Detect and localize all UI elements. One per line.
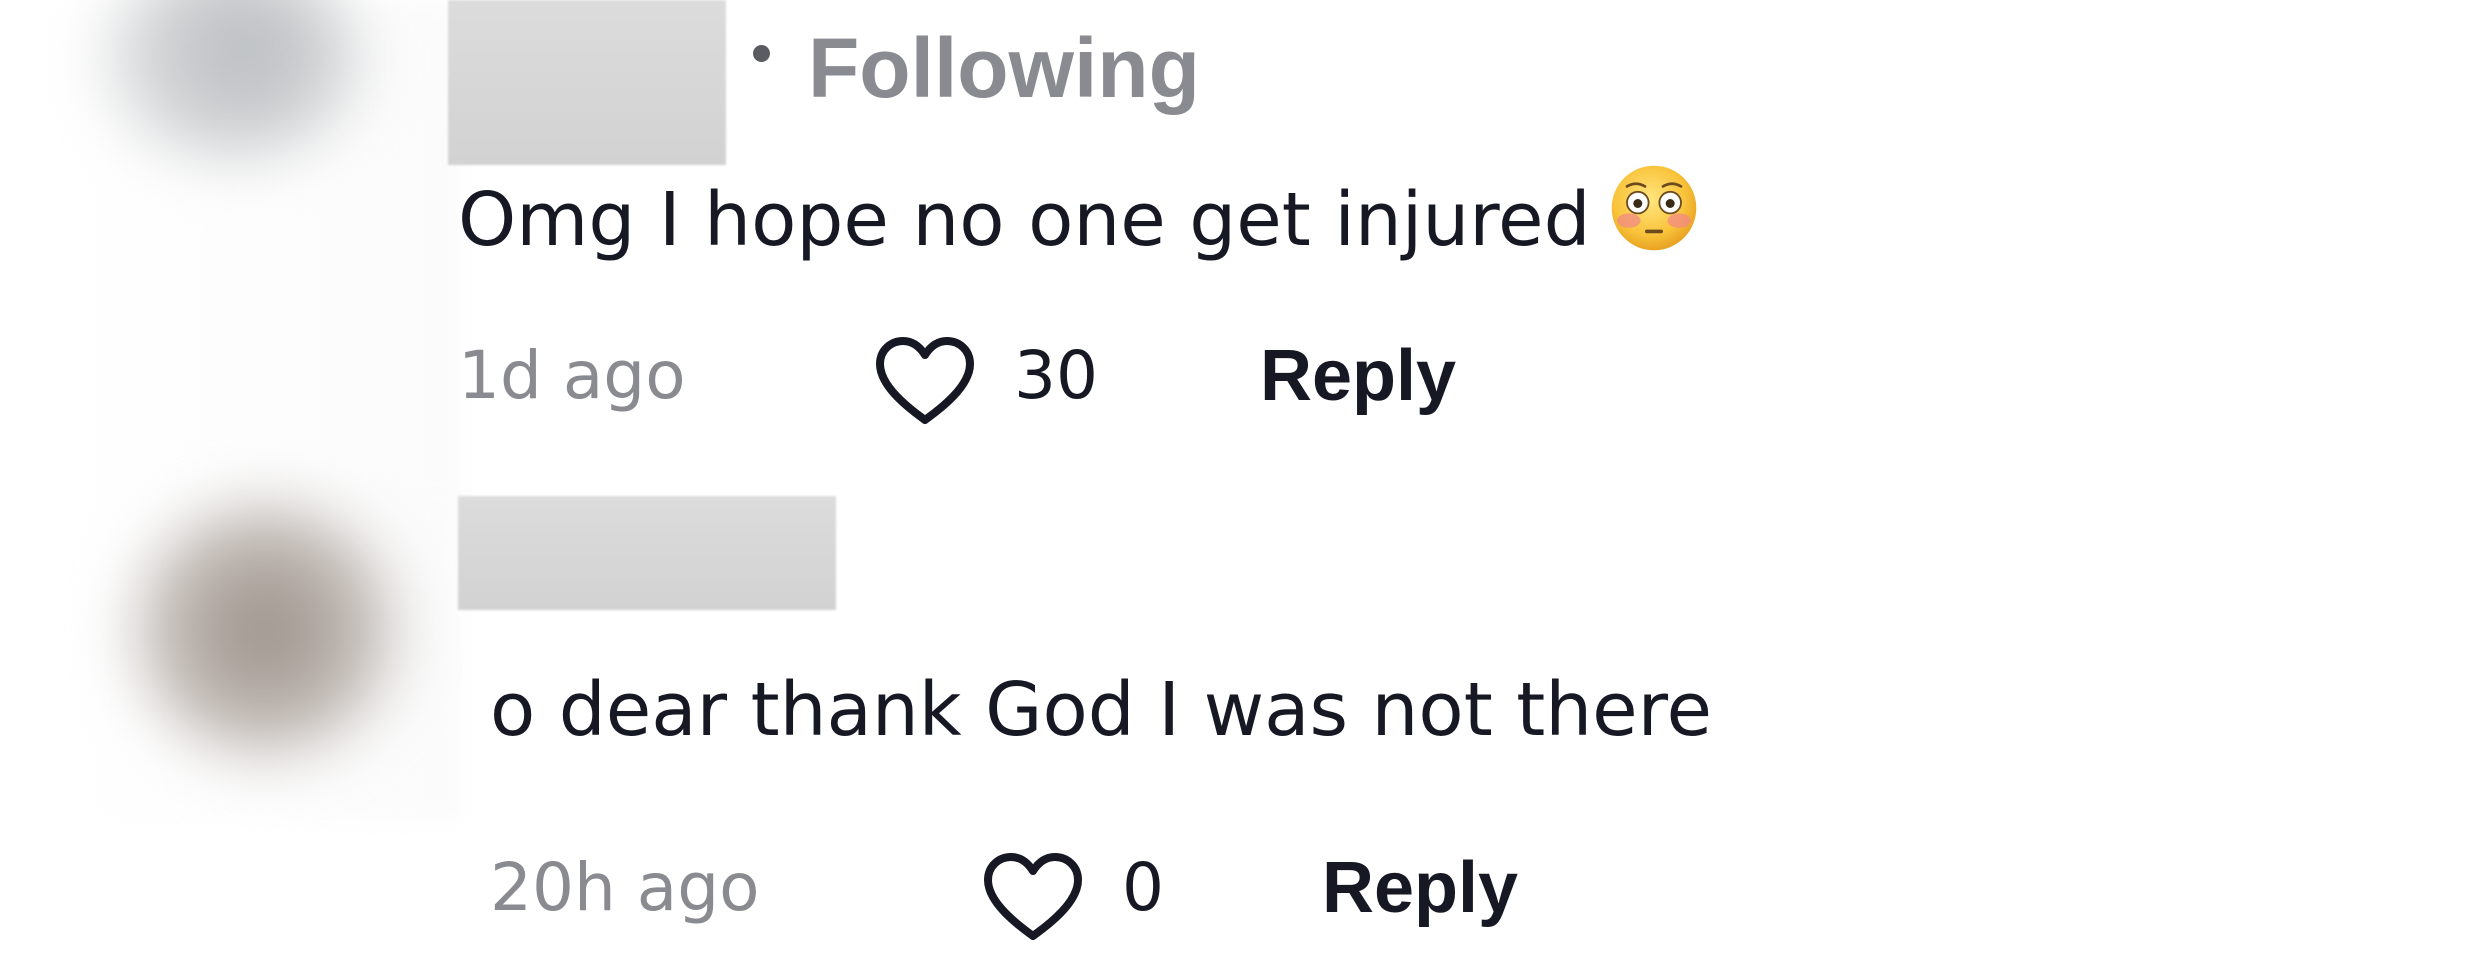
heart-icon[interactable]: [872, 334, 978, 430]
avatar[interactable]: [130, 500, 400, 760]
like-count: 30: [1014, 337, 1098, 414]
comment-text: o dear thank God I was not there: [490, 667, 1713, 753]
like-count: 0: [1122, 849, 1164, 926]
comment-text-content: Omg I hope no one get injured: [458, 177, 1591, 263]
comment-timestamp: 1d ago: [458, 337, 686, 414]
following-label: Following: [808, 21, 1200, 115]
heart-icon[interactable]: [980, 850, 1086, 946]
comment-text: Omg I hope no one get injured: [458, 163, 1699, 270]
comment-item: Following Omg I hope no one get injured …: [0, 0, 2480, 480]
comment-timestamp: 20h ago: [490, 849, 760, 926]
username-redacted[interactable]: [458, 496, 836, 610]
username-redacted[interactable]: [448, 0, 726, 165]
separator-dot: [753, 45, 770, 62]
flushed-face-icon: [1611, 165, 1696, 251]
reply-button[interactable]: Reply: [1260, 326, 1456, 426]
comment-item: o dear thank God I was not there 20h ago…: [0, 480, 2480, 964]
reply-button[interactable]: Reply: [1322, 838, 1518, 938]
